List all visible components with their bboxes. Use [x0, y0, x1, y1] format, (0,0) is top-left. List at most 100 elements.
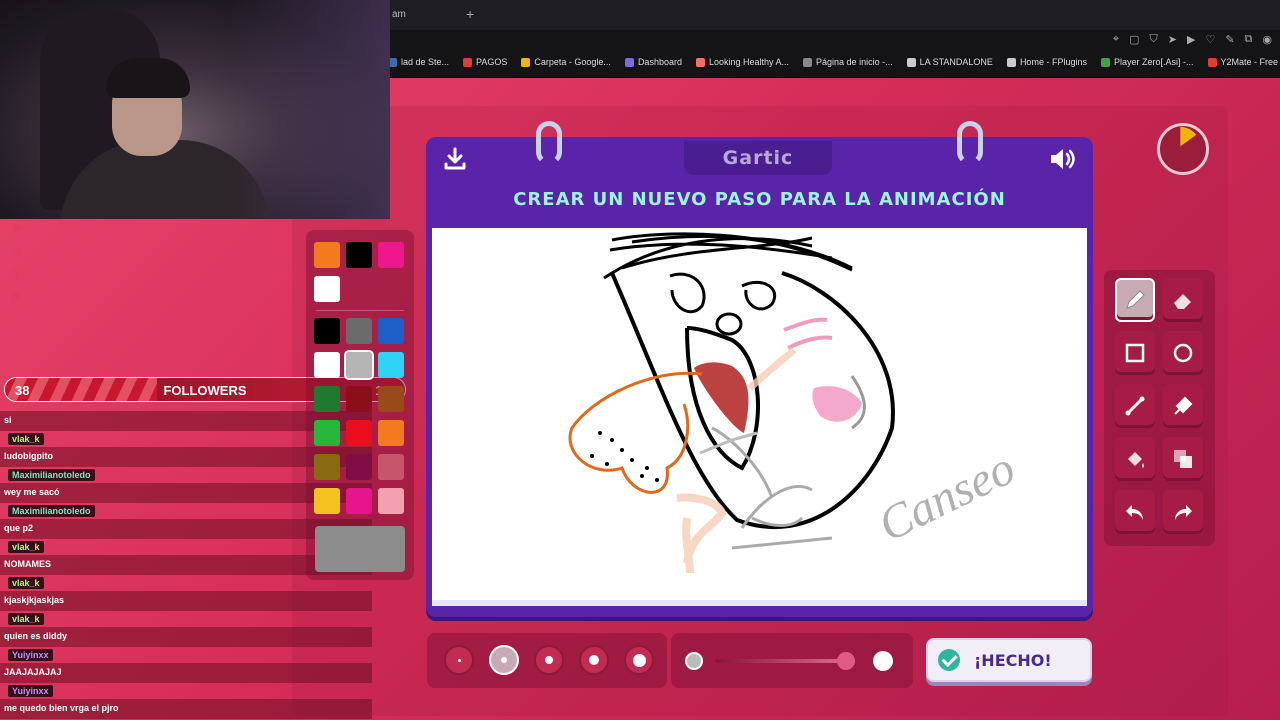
download-icon[interactable] [444, 147, 466, 171]
brush-size-1[interactable] [444, 645, 474, 675]
done-button[interactable]: ¡HECHO! [926, 638, 1092, 682]
opacity-slider [671, 633, 913, 688]
pencil-tool[interactable] [1115, 278, 1155, 322]
play-icon[interactable]: ▶ [1187, 33, 1195, 46]
eraser-tool[interactable] [1163, 278, 1203, 322]
chat-message-text: JAAJAJAJAJ [4, 667, 62, 677]
bookmark-item[interactable]: Looking Healthy A... [695, 57, 789, 67]
color-swatch[interactable] [378, 488, 404, 514]
color-swatch[interactable] [314, 318, 340, 344]
bookmark-item[interactable]: LA STANDALONE [906, 57, 993, 67]
chat-username[interactable]: Maximilianotoledo [8, 469, 95, 481]
canvas-handwritten-text: Canseo [870, 441, 1023, 552]
drawing-tools [1104, 270, 1215, 546]
layers-tool[interactable] [1163, 437, 1203, 481]
record-icon[interactable]: ◉ [10, 222, 23, 235]
color-swatch[interactable] [378, 420, 404, 446]
bookmark-label: Dashboard [637, 57, 682, 67]
bookmark-label: Página de inicio -... [816, 57, 893, 67]
chat-username[interactable]: vlak_k [8, 541, 44, 553]
brush-size-3[interactable] [534, 645, 564, 675]
bookmark-item[interactable]: PAGOS [463, 57, 507, 67]
color-swatch[interactable] [314, 386, 340, 412]
color-swatch[interactable] [346, 318, 372, 344]
volume-icon[interactable] [1049, 147, 1079, 171]
eyedropper-tool[interactable] [1163, 384, 1203, 428]
flag-icon [463, 57, 473, 67]
bookmark-label: PAGOS [476, 57, 508, 67]
shield-icon[interactable]: ⛉ [1150, 33, 1158, 46]
extension-icon[interactable]: ✎ [1225, 33, 1234, 46]
color-swatch[interactable] [378, 318, 404, 344]
chat-message-text: ludobigpito [4, 451, 53, 461]
chat-message: JAAJAJAJAJ Yuiyinxx [0, 661, 375, 697]
link-icon[interactable]: ⚲ [10, 268, 23, 281]
chat-username[interactable]: Yuiyinxx [8, 685, 53, 697]
opacity-handle[interactable] [837, 652, 855, 670]
chat-username[interactable]: vlak_k [8, 613, 44, 625]
color-swatch[interactable] [314, 420, 340, 446]
stream-side-icons: ◉ ◷ ⚲ ⚙ [10, 222, 23, 304]
color-swatch[interactable] [346, 454, 372, 480]
circle-icon [1173, 343, 1193, 363]
undo-icon [1126, 505, 1143, 520]
color-swatch[interactable] [346, 386, 372, 412]
bookmark-item[interactable]: Carpeta - Google... [521, 57, 611, 67]
clock-icon[interactable]: ◷ [10, 245, 23, 258]
brush-size-selector [427, 633, 667, 688]
drawing-canvas[interactable]: Canseo [432, 228, 1087, 606]
bookmark-item[interactable]: Página de inicio -... [803, 57, 893, 67]
puzzle-icon[interactable]: ⧉ [1245, 33, 1253, 46]
bookmark-item[interactable]: Player Zero[.Asi] -... [1100, 57, 1194, 67]
brush-size-5[interactable] [624, 645, 654, 675]
brush-size-2[interactable] [489, 645, 519, 675]
new-tab-button[interactable]: + [466, 7, 474, 21]
rectangle-tool[interactable] [1115, 331, 1155, 375]
line-tool[interactable] [1115, 384, 1155, 428]
chat-username[interactable]: Yuiyinxx [8, 649, 53, 661]
fill-tool[interactable] [1115, 437, 1155, 481]
webcam-overlay [0, 0, 390, 219]
color-swatch[interactable] [344, 350, 374, 380]
chat-message-text: que p2 [4, 523, 34, 533]
chat-message-text: quien es diddy [4, 631, 68, 641]
opacity-track[interactable] [715, 659, 855, 663]
undo-button[interactable] [1115, 490, 1155, 534]
pin-icon[interactable]: ⌖ [1113, 33, 1119, 46]
brush-size-4[interactable] [579, 645, 609, 675]
color-swatch[interactable] [346, 242, 372, 268]
tab-title[interactable]: am [392, 9, 406, 20]
bookmark-label: Carpeta - Google... [534, 57, 611, 67]
color-swatch[interactable] [378, 386, 404, 412]
bookmark-item[interactable]: Dashboard [624, 57, 682, 67]
color-swatch[interactable] [346, 488, 372, 514]
bookmark-item[interactable]: lad de Ste... [388, 57, 449, 67]
chat-username[interactable]: vlak_k [8, 577, 44, 589]
color-swatch[interactable] [314, 454, 340, 480]
ambient-light [230, 0, 390, 219]
sidebar-icon[interactable]: ▢ [1129, 33, 1139, 46]
send-icon[interactable]: ➤ [1168, 33, 1177, 46]
profile-icon[interactable]: ◉ [1262, 33, 1272, 46]
color-swatch[interactable] [378, 352, 404, 378]
bookmark-item[interactable]: Home - FPlugins [1006, 57, 1087, 67]
color-swatch[interactable] [314, 488, 340, 514]
color-swatch[interactable] [378, 454, 404, 480]
page-icon [906, 57, 916, 67]
redo-button[interactable] [1163, 490, 1203, 534]
color-swatch[interactable] [314, 352, 340, 378]
color-swatch[interactable] [346, 420, 372, 446]
bookmark-label: lad de Ste... [401, 57, 450, 67]
gear-icon[interactable]: ⚙ [10, 291, 23, 304]
ellipse-tool[interactable] [1163, 331, 1203, 375]
heart-icon[interactable]: ♡ [1205, 33, 1215, 46]
chat-username[interactable]: Maximilianotoledo [8, 505, 95, 517]
bookmark-item[interactable]: Y2Mate - Free Y [1207, 57, 1280, 67]
color-swatch[interactable] [378, 242, 404, 268]
opacity-min-indicator [685, 652, 703, 670]
bookmark-label: Home - FPlugins [1019, 57, 1087, 67]
color-swatch[interactable] [314, 242, 340, 268]
color-swatch[interactable] [314, 276, 340, 302]
chat-username[interactable]: vlak_k [8, 433, 44, 445]
color-palette [306, 230, 414, 580]
